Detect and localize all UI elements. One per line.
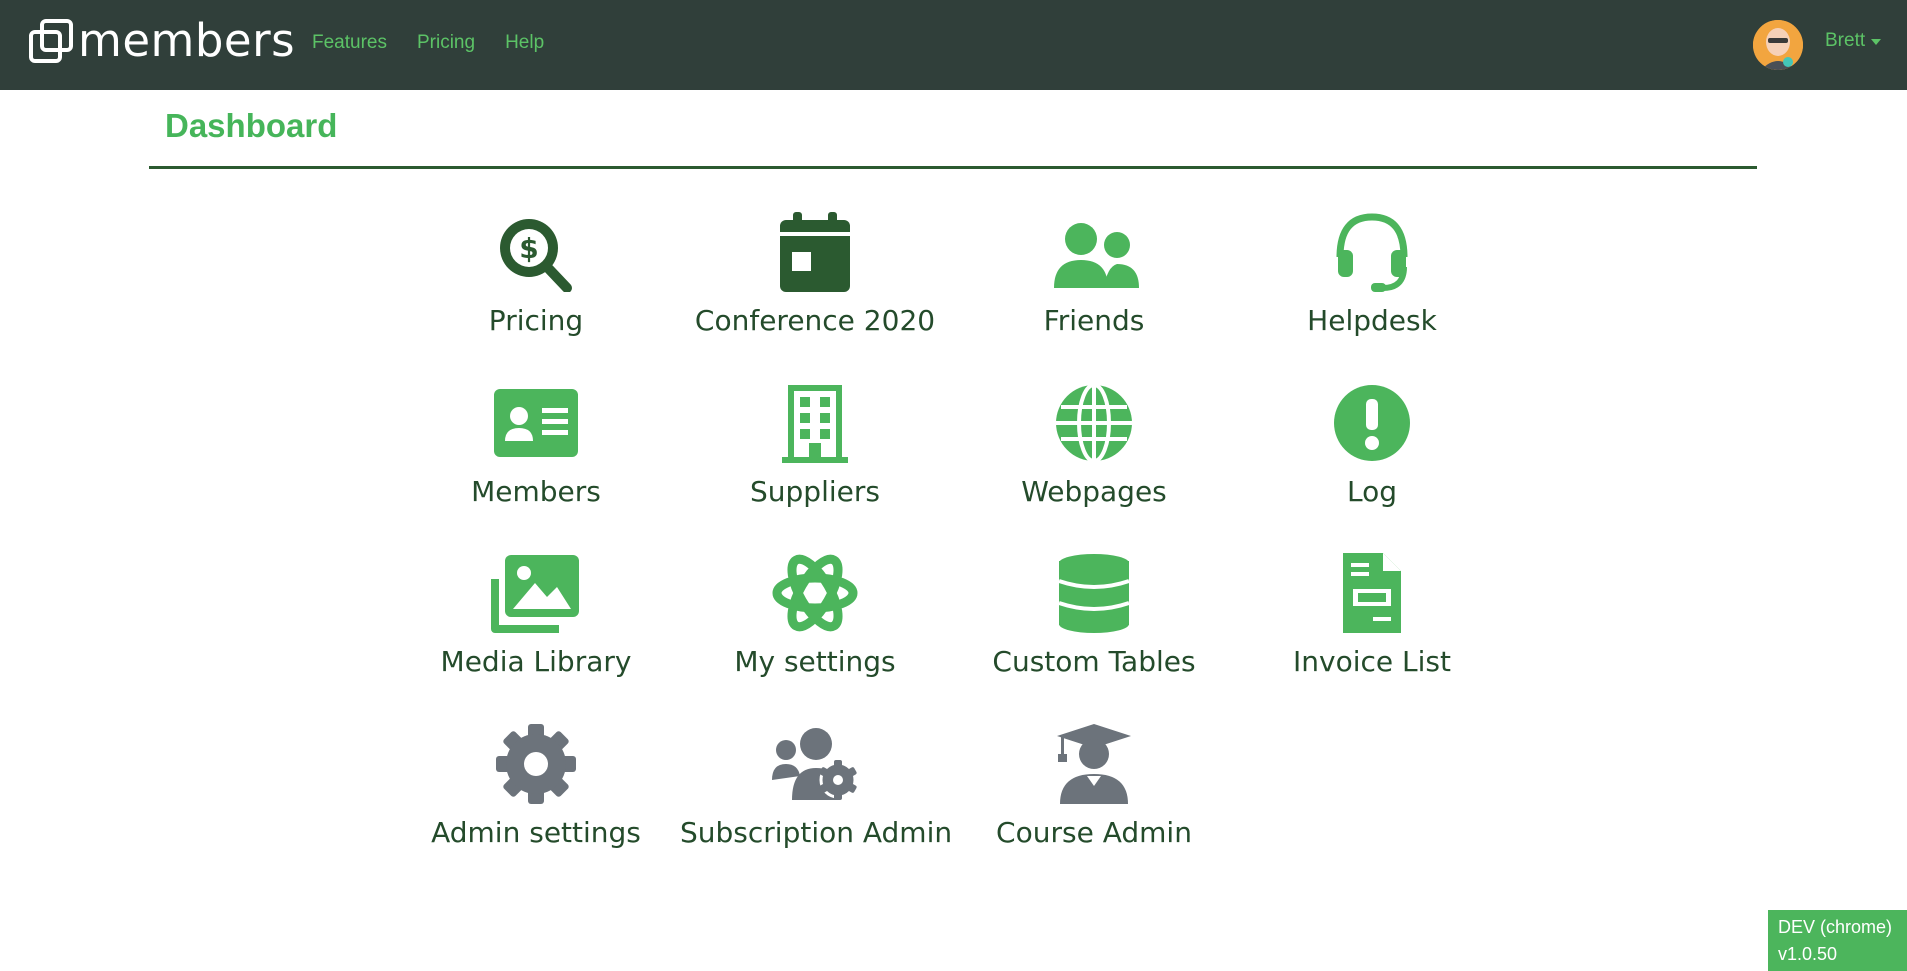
tile-media-library[interactable]: Media Library — [401, 553, 671, 698]
tile-log[interactable]: Log — [1237, 383, 1507, 528]
version-label: v1.0.50 — [1778, 944, 1838, 964]
headset-icon — [1336, 213, 1408, 292]
dev-version-badge: DEV (chrome) v1.0.50 — [1768, 910, 1907, 971]
search-dollar-icon: $ — [500, 219, 572, 292]
tile-course-admin[interactable]: Course Admin — [959, 724, 1229, 869]
tile-label: Helpdesk — [1307, 304, 1437, 337]
database-icon — [1058, 554, 1130, 633]
tile-pricing[interactable]: $ Pricing — [401, 212, 671, 357]
nav-pricing[interactable]: Pricing — [417, 32, 475, 54]
tile-label: Suppliers — [750, 475, 880, 508]
tile-label: Friends — [1043, 304, 1145, 337]
brand-link[interactable]: members — [28, 16, 295, 66]
tile-label: Invoice List — [1293, 645, 1451, 678]
calendar-icon — [780, 212, 850, 292]
tile-label: My settings — [734, 645, 896, 678]
globe-icon — [1056, 383, 1132, 463]
users-cog-icon — [772, 728, 857, 800]
top-navbar: members Features Pricing Help Brett — [0, 0, 1907, 90]
user-graduate-icon — [1057, 724, 1131, 804]
logo-icon — [29, 19, 73, 63]
tile-label: Custom Tables — [992, 645, 1196, 678]
user-name: Brett — [1825, 30, 1866, 51]
tile-invoice-list[interactable]: Invoice List — [1237, 553, 1507, 698]
title-divider — [149, 166, 1757, 169]
user-menu[interactable]: Brett — [1825, 30, 1882, 52]
tile-label: Admin settings — [431, 816, 641, 849]
avatar-icon — [1753, 20, 1803, 70]
tile-helpdesk[interactable]: Helpdesk — [1237, 212, 1507, 357]
tile-label: Subscription Admin — [680, 816, 953, 849]
building-icon — [782, 385, 848, 463]
tile-label: Conference 2020 — [694, 304, 936, 337]
tile-label: Media Library — [440, 645, 632, 678]
cog-icon — [496, 724, 576, 804]
nav-help[interactable]: Help — [505, 32, 544, 54]
brand-name: members — [78, 14, 296, 67]
tile-admin-settings[interactable]: Admin settings — [401, 724, 671, 869]
avatar[interactable] — [1753, 20, 1803, 70]
tile-label: Log — [1346, 475, 1397, 508]
atom-icon — [772, 554, 858, 632]
tile-webpages[interactable]: Webpages — [959, 383, 1229, 528]
tile-label: Members — [471, 475, 601, 508]
id-card-icon — [494, 389, 578, 457]
page-title: Dashboard — [165, 107, 338, 144]
tile-custom-tables[interactable]: Custom Tables — [959, 553, 1229, 698]
images-icon — [491, 555, 579, 633]
tile-subscription-admin[interactable]: Subscription Admin — [680, 724, 953, 869]
tile-label: Webpages — [1021, 475, 1167, 508]
tile-label: Course Admin — [996, 816, 1192, 849]
nav-links: Features Pricing Help — [312, 32, 544, 54]
chevron-down-icon — [1871, 39, 1882, 45]
user-friends-icon — [1054, 223, 1139, 288]
tile-conference-2020[interactable]: Conference 2020 — [680, 212, 950, 357]
svg-text:$: $ — [519, 232, 538, 265]
env-label: DEV (chrome) — [1778, 917, 1893, 937]
tile-members[interactable]: Members — [401, 383, 671, 528]
tile-friends[interactable]: Friends — [959, 212, 1229, 357]
tile-label: Pricing — [488, 304, 584, 337]
tile-suppliers[interactable]: Suppliers — [680, 383, 950, 528]
file-invoice-icon — [1343, 553, 1401, 633]
tile-my-settings[interactable]: My settings — [680, 553, 950, 698]
exclamation-circle-icon — [1334, 385, 1410, 461]
nav-features[interactable]: Features — [312, 32, 387, 54]
